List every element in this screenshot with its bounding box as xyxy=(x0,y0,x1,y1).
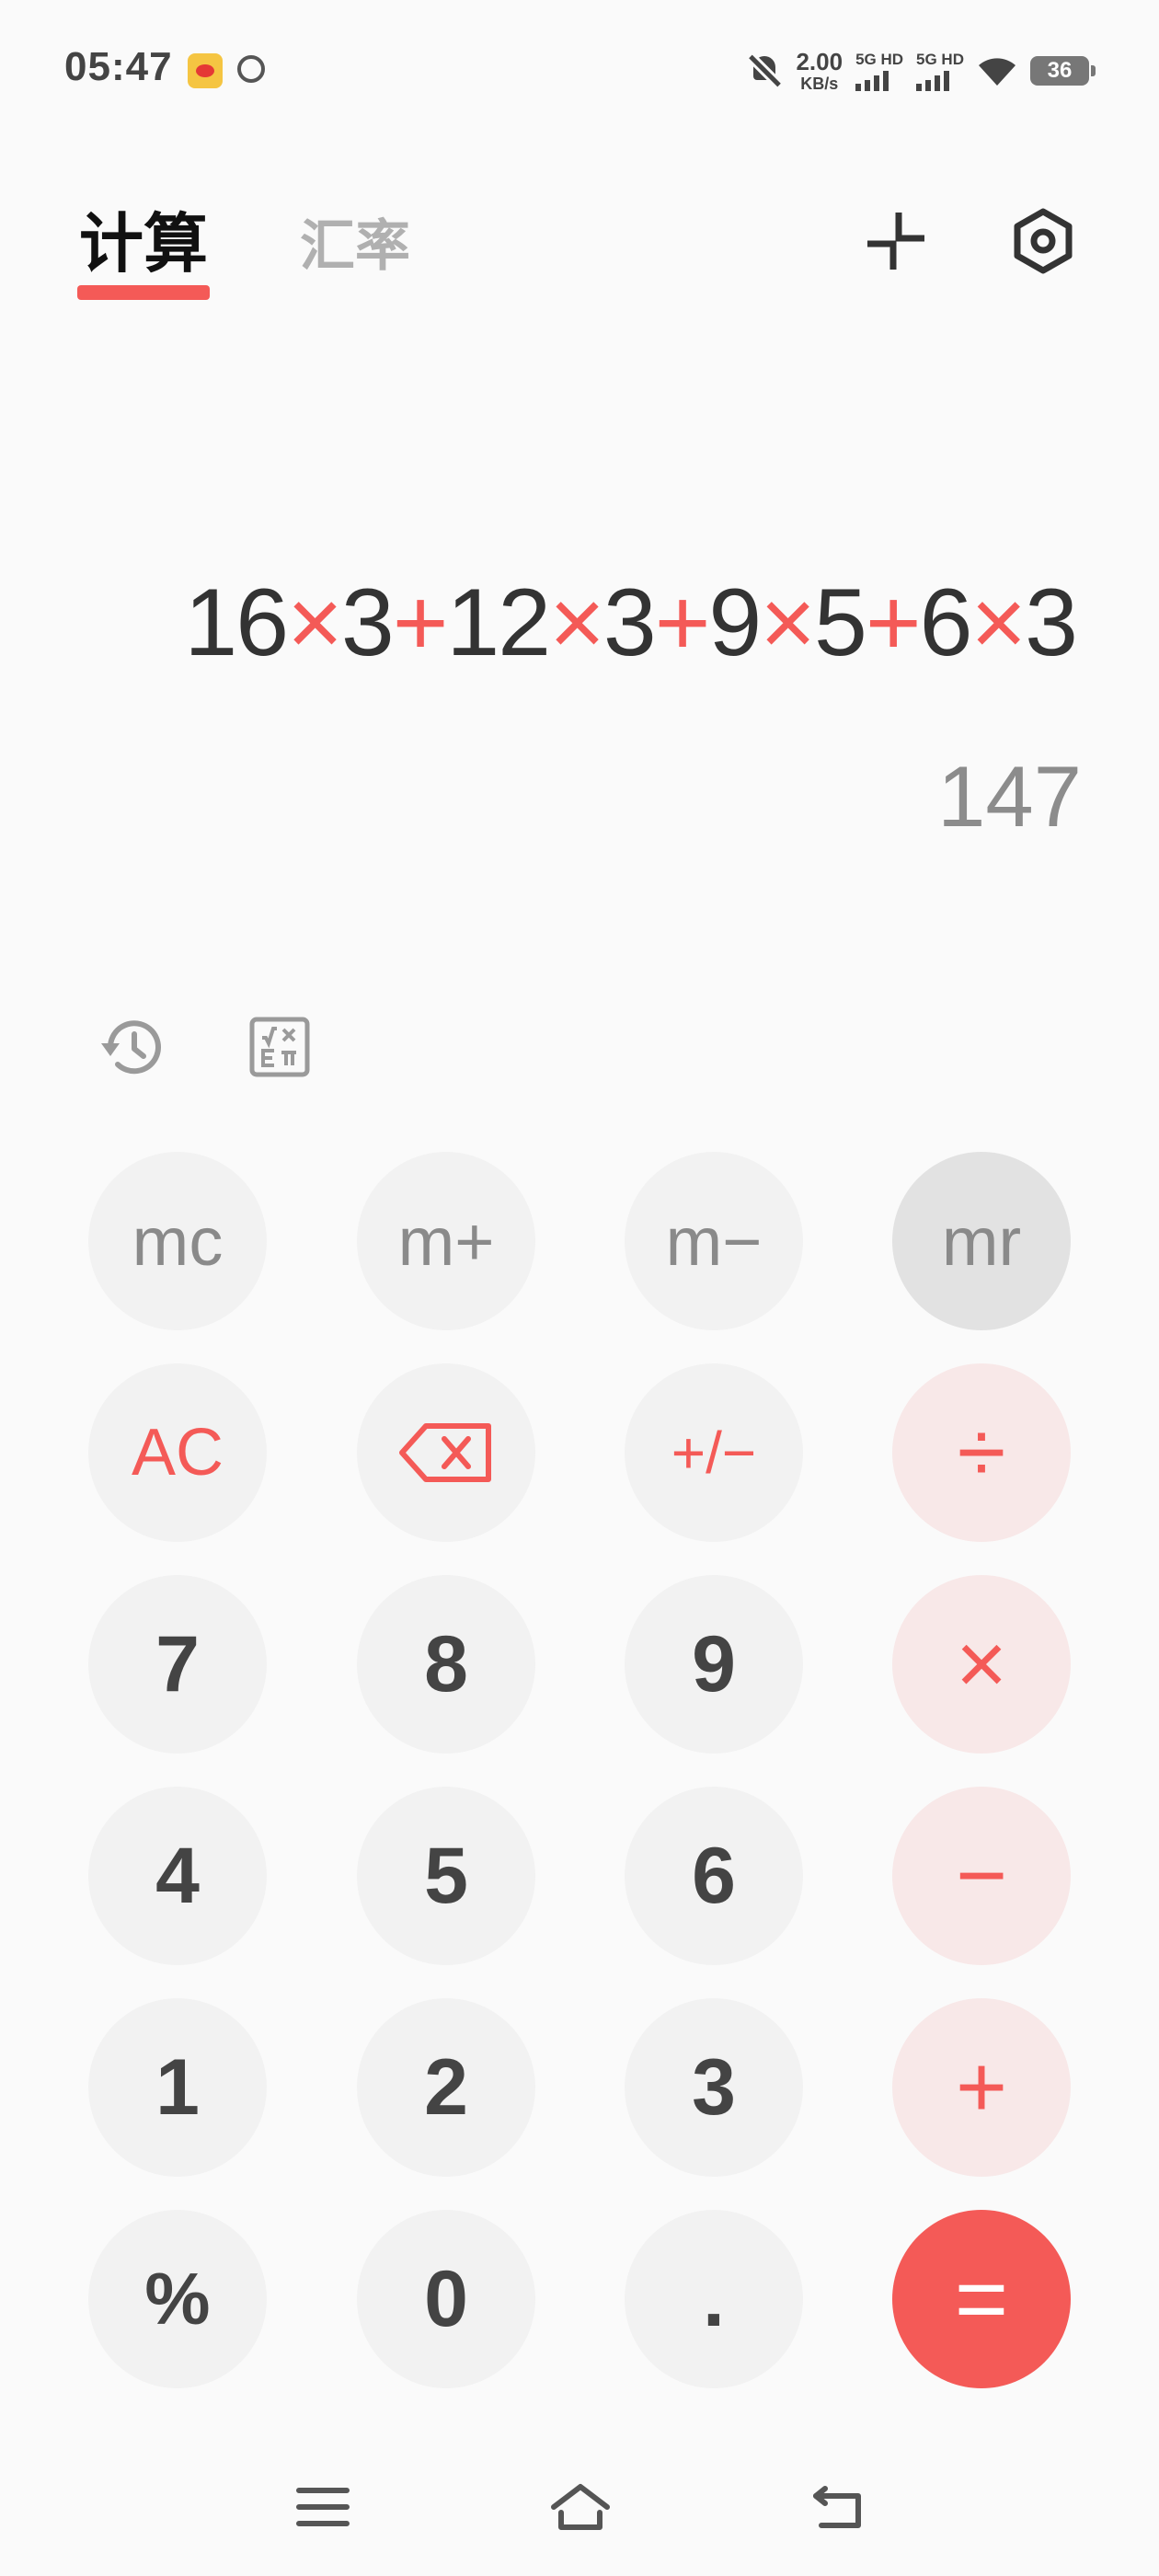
data-transfer-icon xyxy=(237,55,265,83)
expr-number: 12 xyxy=(446,569,551,676)
expr-number: 3 xyxy=(340,569,395,676)
memory-clear-button[interactable]: mc xyxy=(88,1152,267,1330)
signal-sim2: 5G HD xyxy=(916,52,964,91)
expr-operator: + xyxy=(654,569,711,676)
network-speed-value: 2.00 xyxy=(796,48,843,75)
tab-calculator[interactable]: 计算 xyxy=(77,202,210,300)
multiply-button[interactable]: × xyxy=(892,1575,1071,1754)
divide-button[interactable]: ÷ xyxy=(892,1363,1071,1542)
digit-5-button[interactable]: 5 xyxy=(357,1787,535,1965)
history-icon xyxy=(101,1020,161,1075)
signal-sim1-label: 5G HD xyxy=(855,50,904,68)
digit-1-button[interactable]: 1 xyxy=(88,1998,267,2177)
backspace-button[interactable] xyxy=(357,1363,535,1542)
mute-bell-icon xyxy=(746,52,783,89)
expr-operator: × xyxy=(760,569,816,676)
wifi-icon xyxy=(979,58,1016,86)
collapse-button[interactable] xyxy=(859,204,933,278)
status-time: 05:47 xyxy=(64,44,173,89)
tab-exchange-rate[interactable]: 汇率 xyxy=(300,210,410,283)
digit-4-button[interactable]: 4 xyxy=(88,1787,267,1965)
digit-2-button[interactable]: 2 xyxy=(357,1998,535,2177)
expr-number: 6 xyxy=(919,569,973,676)
network-speed-unit: KB/s xyxy=(800,75,839,93)
signal-bars-icon xyxy=(916,70,950,91)
expr-operator: + xyxy=(392,569,449,676)
signal-bars-icon xyxy=(855,70,889,91)
expr-operator: × xyxy=(970,569,1027,676)
expr-operator: + xyxy=(865,569,922,676)
signal-sim2-label: 5G HD xyxy=(916,50,964,68)
expression-display: 16×3+12×3+9×5+6×3 xyxy=(184,563,1078,683)
network-speed: 2.00 KB/s xyxy=(796,50,843,92)
expr-number: 9 xyxy=(708,569,762,676)
nav-recent-apps-button[interactable] xyxy=(281,2475,364,2539)
result-display: 147 xyxy=(937,748,1082,845)
nav-back-button[interactable] xyxy=(797,2475,879,2539)
battery-icon: 36 xyxy=(1030,56,1096,86)
add-button[interactable]: + xyxy=(892,1998,1071,2177)
expr-operator: × xyxy=(287,569,343,676)
menu-icon xyxy=(296,2488,350,2526)
expr-operator: × xyxy=(549,569,605,676)
digit-9-button[interactable]: 9 xyxy=(625,1575,803,1754)
weibo-notification-icon xyxy=(188,53,223,88)
collapse-icon xyxy=(867,213,924,270)
memory-add-button[interactable]: m+ xyxy=(357,1152,535,1330)
home-icon xyxy=(551,2484,610,2530)
sign-toggle-button[interactable]: +/− xyxy=(625,1363,803,1542)
subtract-button[interactable]: − xyxy=(892,1787,1071,1965)
status-indicators: 2.00 KB/s 5G HD 5G HD 36 xyxy=(746,48,1096,94)
all-clear-button[interactable]: AC xyxy=(88,1363,267,1542)
percent-button[interactable]: % xyxy=(88,2210,267,2388)
backspace-icon xyxy=(399,1423,491,1482)
status-bar: 05:47 2.00 KB/s 5G HD 5G HD 36 xyxy=(0,0,1159,147)
signal-sim1: 5G HD xyxy=(855,52,903,91)
battery-level: 36 xyxy=(1047,58,1073,83)
memory-recall-button[interactable]: mr xyxy=(892,1152,1071,1330)
expr-number: 3 xyxy=(602,569,657,676)
scientific-calculator-icon xyxy=(249,1017,310,1077)
settings-button[interactable] xyxy=(1006,204,1080,278)
history-button[interactable] xyxy=(96,1010,169,1084)
equals-button[interactable]: = xyxy=(892,2210,1071,2388)
expr-number: 3 xyxy=(1025,569,1078,676)
expr-number: 5 xyxy=(814,569,867,676)
memory-subtract-button[interactable]: m− xyxy=(625,1152,803,1330)
digit-6-button[interactable]: 6 xyxy=(625,1787,803,1965)
digit-0-button[interactable]: 0 xyxy=(357,2210,535,2388)
expr-number: 16 xyxy=(184,569,289,676)
back-icon xyxy=(813,2486,861,2528)
digit-8-button[interactable]: 8 xyxy=(357,1575,535,1754)
digit-7-button[interactable]: 7 xyxy=(88,1575,267,1754)
decimal-button[interactable]: . xyxy=(625,2210,803,2388)
settings-gear-icon xyxy=(1014,208,1073,274)
nav-home-button[interactable] xyxy=(539,2475,622,2539)
scientific-mode-button[interactable] xyxy=(243,1010,316,1084)
digit-3-button[interactable]: 3 xyxy=(625,1998,803,2177)
